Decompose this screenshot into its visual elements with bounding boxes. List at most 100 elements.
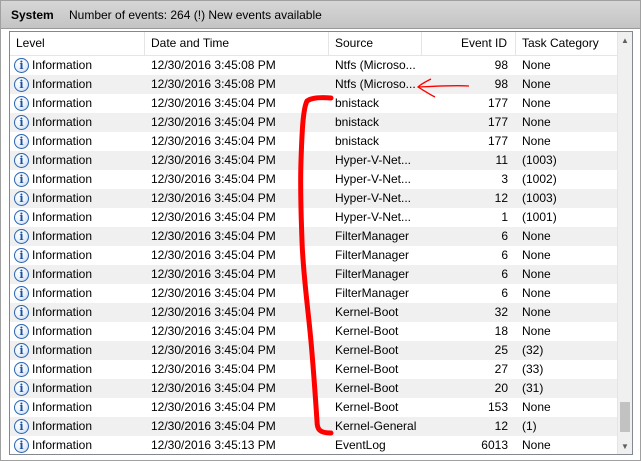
column-header-event-id[interactable]: Event ID [422,32,516,55]
cell-source: Kernel-General [335,419,417,433]
table-row[interactable]: i Information 12/30/2016 3:45:08 PM Ntfs (M… [10,56,618,75]
cell-source: Ntfs (Microso... [335,77,416,91]
table-row[interactable]: i Information 12/30/2016 3:45:08 PM Ntfs (M… [10,75,618,94]
cell-date-time: 12/30/2016 3:45:04 PM [151,134,276,148]
cell-date-time: 12/30/2016 3:45:04 PM [151,96,276,110]
cell-event-id: 20 [494,381,508,395]
table-row[interactable]: i Information 12/30/2016 3:45:04 PM FilterM… [10,284,618,303]
cell-task-category: (31) [522,381,544,395]
cell-event-id: 6 [501,267,508,281]
scroll-down-arrow-icon[interactable]: ▼ [618,438,632,454]
table-row[interactable]: i Information 12/30/2016 3:45:04 PM Hyper-V… [10,170,618,189]
cell-event-id: 18 [494,324,508,338]
level-text: Information [32,305,93,319]
cell-task-category: (1) [522,419,537,433]
cell-task-category: None [522,96,551,110]
cell-source: FilterManager [335,229,410,243]
table-row[interactable]: i Information 12/30/2016 3:45:04 PM Kernel-… [10,322,618,341]
cell-source: bnistack [335,115,380,129]
information-icon: i [14,172,29,187]
table-row[interactable]: i Information 12/30/2016 3:45:04 PM Hyper-V… [10,208,618,227]
table-row[interactable]: i Information 12/30/2016 3:45:04 PM Kernel-… [10,398,618,417]
information-icon: i [14,134,29,149]
scrollbar-thumb[interactable] [620,402,630,432]
events-grid[interactable]: Level Date and Time Source Event ID Task… [9,31,633,455]
table-row[interactable]: i Information 12/30/2016 3:45:04 PM FilterM… [10,246,618,265]
cell-level: i Information [14,398,145,417]
cell-event-id: 27 [494,362,508,376]
cell-event-id: 98 [494,77,508,91]
cell-event-id: 32 [494,305,508,319]
cell-date-time: 12/30/2016 3:45:13 PM [151,438,276,452]
cell-source: EventLog [335,438,386,452]
cell-level: i Information [14,170,145,189]
log-header-bar: System Number of events: 264 (!) New eve… [1,1,640,29]
cell-task-category: None [522,400,551,414]
event-count-status: Number of events: 264 (!) New events ava… [69,7,322,22]
cell-source: bnistack [335,96,380,110]
column-header-source[interactable]: Source [329,32,422,55]
cell-task-category: None [522,77,551,91]
cell-date-time: 12/30/2016 3:45:08 PM [151,58,276,72]
column-header-task-category[interactable]: Task Category [516,32,618,55]
cell-event-id: 12 [494,191,508,205]
cell-task-category: None [522,134,551,148]
table-row[interactable]: i Information 12/30/2016 3:45:04 PM Kernel-… [10,303,618,322]
information-icon: i [14,58,29,73]
cell-task-category: None [522,58,551,72]
scroll-up-arrow-icon[interactable]: ▲ [618,32,632,48]
cell-task-category: (1001) [522,210,557,224]
level-text: Information [32,267,93,281]
table-row[interactable]: i Information 12/30/2016 3:45:13 PM EventLo… [10,436,618,454]
event-viewer-window: System Number of events: 264 (!) New eve… [0,0,641,461]
information-icon: i [14,229,29,244]
cell-date-time: 12/30/2016 3:45:04 PM [151,115,276,129]
column-header-date-time[interactable]: Date and Time [145,32,329,55]
cell-event-id: 177 [487,115,508,129]
information-icon: i [14,267,29,282]
column-header-level[interactable]: Level [10,32,145,55]
table-row[interactable]: i Information 12/30/2016 3:45:04 PM Hyper-V… [10,189,618,208]
cell-source: Kernel-Boot [335,400,399,414]
table-row[interactable]: i Information 12/30/2016 3:45:04 PM Kernel-… [10,360,618,379]
cell-date-time: 12/30/2016 3:45:04 PM [151,419,276,433]
cell-date-time: 12/30/2016 3:45:04 PM [151,324,276,338]
cell-source: FilterManager [335,248,410,262]
table-row[interactable]: i Information 12/30/2016 3:45:04 PM bnistac… [10,113,618,132]
information-icon: i [14,305,29,320]
cell-date-time: 12/30/2016 3:45:04 PM [151,172,276,186]
cell-task-category: None [522,438,551,452]
cell-event-id: 12 [494,419,508,433]
cell-source: Hyper-V-Net... [335,210,412,224]
cell-source: Kernel-Boot [335,305,399,319]
cell-level: i Information [14,151,145,170]
table-row[interactable]: i Information 12/30/2016 3:45:04 PM FilterM… [10,227,618,246]
level-text: Information [32,229,93,243]
cell-task-category: None [522,324,551,338]
cell-task-category: None [522,229,551,243]
cell-level: i Information [14,436,145,454]
cell-level: i Information [14,265,145,284]
cell-level: i Information [14,360,145,379]
table-row[interactable]: i Information 12/30/2016 3:45:04 PM Kernel-… [10,341,618,360]
table-row[interactable]: i Information 12/30/2016 3:45:04 PM FilterM… [10,265,618,284]
table-row[interactable]: i Information 12/30/2016 3:45:04 PM bnistac… [10,132,618,151]
cell-level: i Information [14,341,145,360]
cell-date-time: 12/30/2016 3:45:04 PM [151,153,276,167]
table-row[interactable]: i Information 12/30/2016 3:45:04 PM Hyper-V… [10,151,618,170]
cell-level: i Information [14,208,145,227]
cell-date-time: 12/30/2016 3:45:04 PM [151,267,276,281]
cell-level: i Information [14,227,145,246]
information-icon: i [14,115,29,130]
level-text: Information [32,210,93,224]
vertical-scrollbar[interactable]: ▲ ▼ [617,32,632,454]
level-text: Information [32,362,93,376]
level-text: Information [32,96,93,110]
cell-level: i Information [14,94,145,113]
table-row[interactable]: i Information 12/30/2016 3:45:04 PM bnistac… [10,94,618,113]
table-row[interactable]: i Information 12/30/2016 3:45:04 PM Kernel-… [10,417,618,436]
cell-date-time: 12/30/2016 3:45:04 PM [151,191,276,205]
cell-task-category: (33) [522,362,544,376]
table-row[interactable]: i Information 12/30/2016 3:45:04 PM Kernel-… [10,379,618,398]
level-text: Information [32,153,93,167]
